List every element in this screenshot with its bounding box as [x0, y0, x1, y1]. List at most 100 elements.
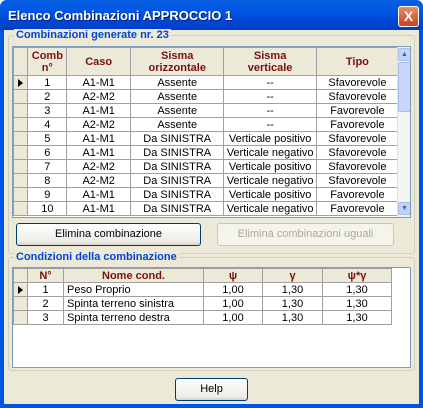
- cell-comb-n[interactable]: 7: [27, 159, 68, 174]
- cell-nome-cond[interactable]: Peso Proprio: [63, 282, 204, 297]
- elimina-combinazione-button[interactable]: Elimina combinazione: [16, 223, 201, 246]
- row-selector[interactable]: [13, 310, 28, 325]
- cell-comb-n[interactable]: 9: [27, 187, 68, 202]
- cell-caso[interactable]: A1-M1: [66, 201, 131, 216]
- header-sisma-orizzontale[interactable]: Sisma orizzontale: [129, 47, 225, 76]
- cell-caso[interactable]: A1-M1: [66, 145, 131, 160]
- cell-sisma-verticale[interactable]: --: [223, 75, 317, 90]
- cell-sisma-orizzontale[interactable]: Da SINISTRA: [129, 159, 225, 174]
- cell-n[interactable]: 3: [27, 310, 64, 325]
- cell-psi-gamma[interactable]: 1,30: [322, 282, 392, 297]
- cell-tipo[interactable]: Favorevole: [315, 103, 400, 118]
- combinazione-row[interactable]: 9 A1-M1 Da SINISTRA Verticale positivo Favor…: [13, 187, 400, 202]
- cell-gamma[interactable]: 1,30: [262, 282, 323, 297]
- cell-sisma-orizzontale[interactable]: Da SINISTRA: [129, 173, 225, 188]
- cell-comb-n[interactable]: 8: [27, 173, 68, 188]
- scroll-up-arrow-icon[interactable]: ▲: [398, 48, 410, 61]
- combinazione-row[interactable]: 2 A2-M2 Assente -- Sfavorevole: [13, 89, 400, 104]
- cell-caso[interactable]: A2-M2: [66, 89, 131, 104]
- cell-psi[interactable]: 1,00: [203, 296, 263, 311]
- cell-comb-n[interactable]: 2: [27, 89, 68, 104]
- header-psi[interactable]: ψ: [203, 268, 263, 283]
- cell-sisma-orizzontale[interactable]: Assente: [129, 89, 225, 104]
- condizioni-grid[interactable]: N° Nome cond. ψ γ ψ*γ 1 Peso Proprio 1,00 1…: [12, 267, 411, 368]
- cell-sisma-orizzontale[interactable]: Assente: [129, 75, 225, 90]
- combinazione-row[interactable]: 1 A1-M1 Assente -- Sfavorevole: [13, 75, 400, 90]
- combinazione-row[interactable]: 7 A2-M2 Da SINISTRA Verticale positivo Sfavo…: [13, 159, 400, 174]
- cell-tipo[interactable]: Sfavorevole: [315, 145, 400, 160]
- cell-tipo[interactable]: Sfavorevole: [315, 75, 400, 90]
- cell-psi-gamma[interactable]: 1,30: [322, 310, 392, 325]
- cell-caso[interactable]: A2-M2: [66, 173, 131, 188]
- row-selector[interactable]: [13, 173, 29, 188]
- cell-sisma-verticale[interactable]: Verticale negativo: [223, 145, 317, 160]
- cell-sisma-verticale[interactable]: Verticale positivo: [223, 159, 317, 174]
- cell-tipo[interactable]: Sfavorevole: [315, 89, 400, 104]
- header-sisma-verticale[interactable]: Sisma verticale: [223, 47, 317, 76]
- cell-tipo[interactable]: Sfavorevole: [315, 131, 400, 146]
- combinazione-row[interactable]: 5 A1-M1 Da SINISTRA Verticale positivo Sfavo…: [13, 131, 400, 146]
- header-psi-gamma[interactable]: ψ*γ: [322, 268, 392, 283]
- cell-caso[interactable]: A2-M2: [66, 117, 131, 132]
- cell-sisma-verticale[interactable]: --: [223, 103, 317, 118]
- elimina-combinazioni-uguali-button[interactable]: Elimina combinazioni uguali: [217, 223, 394, 246]
- row-selector[interactable]: [13, 201, 29, 216]
- cell-comb-n[interactable]: 4: [27, 117, 68, 132]
- cell-nome-cond[interactable]: Spinta terreno sinistra: [63, 296, 204, 311]
- row-selector[interactable]: [13, 103, 29, 118]
- cell-sisma-orizzontale[interactable]: Assente: [129, 103, 225, 118]
- cell-sisma-orizzontale[interactable]: Da SINISTRA: [129, 187, 225, 202]
- cell-psi[interactable]: 1,00: [203, 282, 263, 297]
- cell-sisma-orizzontale[interactable]: Assente: [129, 117, 225, 132]
- cell-tipo[interactable]: Sfavorevole: [315, 159, 400, 174]
- condizione-row[interactable]: 2 Spinta terreno sinistra 1,00 1,30 1,30: [13, 296, 392, 311]
- cell-n[interactable]: 1: [27, 282, 64, 297]
- cell-sisma-verticale[interactable]: --: [223, 117, 317, 132]
- cell-gamma[interactable]: 1,30: [262, 296, 323, 311]
- combinazione-row[interactable]: 4 A2-M2 Assente -- Favorevole: [13, 117, 400, 132]
- close-button[interactable]: X: [398, 6, 419, 27]
- header-nome-cond[interactable]: Nome cond.: [63, 268, 204, 283]
- cell-comb-n[interactable]: 3: [27, 103, 68, 118]
- cell-caso[interactable]: A1-M1: [66, 187, 131, 202]
- cell-sisma-verticale[interactable]: Verticale negativo: [223, 173, 317, 188]
- condizione-row[interactable]: 3 Spinta terreno destra 1,00 1,30 1,30: [13, 310, 392, 325]
- cell-caso[interactable]: A1-M1: [66, 103, 131, 118]
- header-comb[interactable]: Comb n°: [27, 47, 68, 76]
- cell-tipo[interactable]: Favorevole: [315, 201, 400, 216]
- cell-psi-gamma[interactable]: 1,30: [322, 296, 392, 311]
- cell-sisma-verticale[interactable]: Verticale positivo: [223, 187, 317, 202]
- row-selector[interactable]: [13, 131, 29, 146]
- cell-sisma-verticale[interactable]: Verticale negativo: [223, 201, 317, 216]
- row-selector[interactable]: [13, 296, 28, 311]
- cell-tipo[interactable]: Favorevole: [315, 187, 400, 202]
- cell-sisma-verticale[interactable]: --: [223, 89, 317, 104]
- cell-comb-n[interactable]: 6: [27, 145, 68, 160]
- row-selector[interactable]: [13, 75, 29, 90]
- cell-sisma-orizzontale[interactable]: Da SINISTRA: [129, 201, 225, 216]
- help-button[interactable]: Help: [175, 378, 248, 401]
- header-n[interactable]: N°: [27, 268, 64, 283]
- combinazione-row[interactable]: 6 A1-M1 Da SINISTRA Verticale negativo Sfavo…: [13, 145, 400, 160]
- scroll-thumb[interactable]: [398, 62, 410, 112]
- cell-sisma-orizzontale[interactable]: Da SINISTRA: [129, 131, 225, 146]
- cell-caso[interactable]: A1-M1: [66, 131, 131, 146]
- cell-n[interactable]: 2: [27, 296, 64, 311]
- cell-tipo[interactable]: Sfavorevole: [315, 173, 400, 188]
- combinazione-row[interactable]: 8 A2-M2 Da SINISTRA Verticale negativo Sfavo…: [13, 173, 400, 188]
- cell-gamma[interactable]: 1,30: [262, 310, 323, 325]
- row-selector[interactable]: [13, 145, 29, 160]
- cell-comb-n[interactable]: 5: [27, 131, 68, 146]
- title-bar[interactable]: Elenco Combinazioni APPROCCIO 1 X: [0, 0, 423, 30]
- header-gamma[interactable]: γ: [262, 268, 323, 283]
- cell-tipo[interactable]: Favorevole: [315, 117, 400, 132]
- row-selector[interactable]: [13, 89, 29, 104]
- row-selector[interactable]: [13, 187, 29, 202]
- header-caso[interactable]: Caso: [66, 47, 131, 76]
- cell-comb-n[interactable]: 1: [27, 75, 68, 90]
- condizione-row[interactable]: 1 Peso Proprio 1,00 1,30 1,30: [13, 282, 392, 297]
- combinazioni-grid[interactable]: Comb n° Caso Sisma orizzontale Sisma vertic…: [12, 46, 411, 218]
- combinazione-row[interactable]: 3 A1-M1 Assente -- Favorevole: [13, 103, 400, 118]
- cell-sisma-verticale[interactable]: Verticale positivo: [223, 131, 317, 146]
- row-selector[interactable]: [13, 159, 29, 174]
